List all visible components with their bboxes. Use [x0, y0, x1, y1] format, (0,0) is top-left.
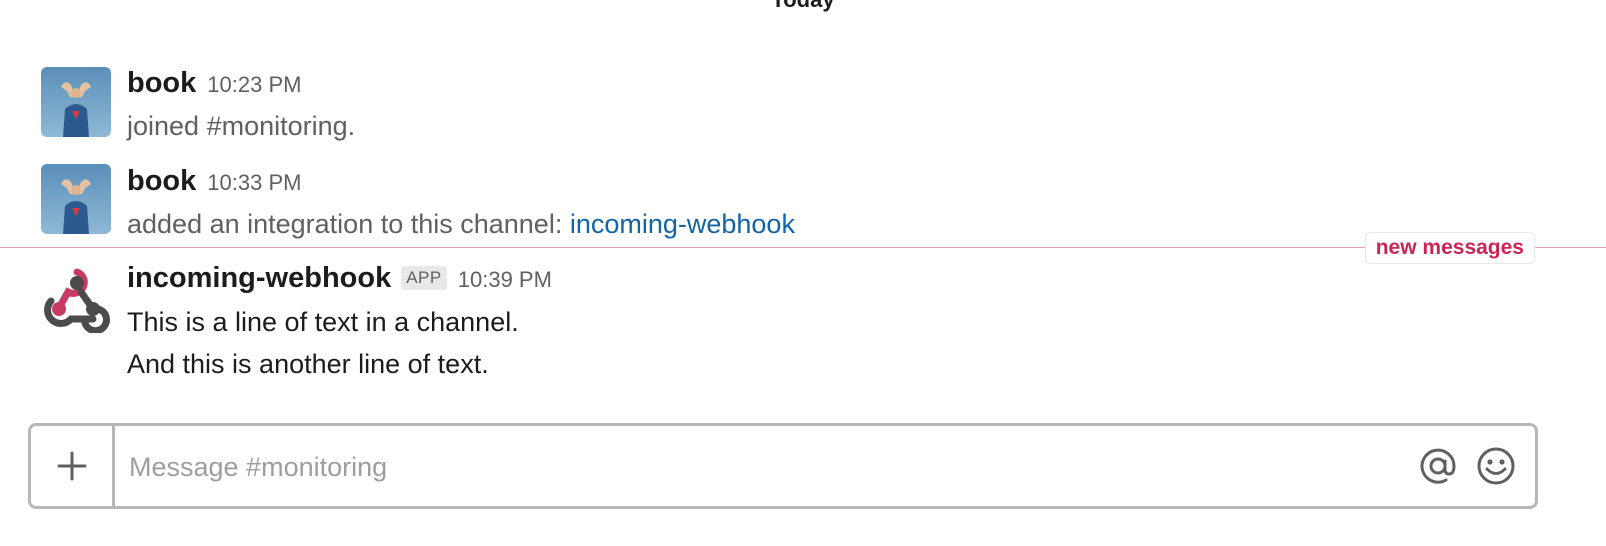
- message-timestamp[interactable]: 10:23 PM: [207, 72, 301, 98]
- avatar[interactable]: [41, 67, 111, 137]
- emoji-button[interactable]: [1474, 444, 1518, 488]
- plus-icon: [57, 451, 86, 481]
- message-input[interactable]: [127, 441, 1411, 493]
- message-text: joined #monitoring.: [127, 111, 356, 141]
- message-text: added an integration to this channel: in…: [127, 207, 795, 241]
- message-text: This is a line of text in a channel.: [127, 307, 519, 337]
- app-badge: APP: [401, 266, 447, 290]
- at-sign-icon: [1420, 448, 1456, 484]
- day-divider: Today: [0, 0, 1606, 14]
- attach-button[interactable]: [31, 426, 115, 506]
- sender-name[interactable]: incoming-webhook: [127, 262, 391, 295]
- avatar[interactable]: [41, 164, 111, 234]
- user-avatar-image: [41, 164, 111, 234]
- message-composer: [28, 423, 1538, 509]
- sender-name[interactable]: book: [127, 67, 196, 100]
- message-timestamp[interactable]: 10:39 PM: [458, 267, 552, 293]
- avatar[interactable]: [41, 263, 111, 333]
- message-text: And this is another line of text.: [127, 349, 489, 379]
- integration-link[interactable]: incoming-webhook: [570, 209, 795, 239]
- mention-button[interactable]: [1416, 444, 1460, 488]
- user-avatar-image: [41, 67, 111, 137]
- message-text-prefix: added an integration to this channel:: [127, 209, 570, 239]
- webhook-icon: [41, 263, 111, 333]
- new-messages-badge[interactable]: new messages: [1364, 232, 1535, 264]
- smiley-icon: [1477, 447, 1515, 485]
- sender-name[interactable]: book: [127, 165, 196, 198]
- message-timestamp[interactable]: 10:33 PM: [207, 170, 301, 196]
